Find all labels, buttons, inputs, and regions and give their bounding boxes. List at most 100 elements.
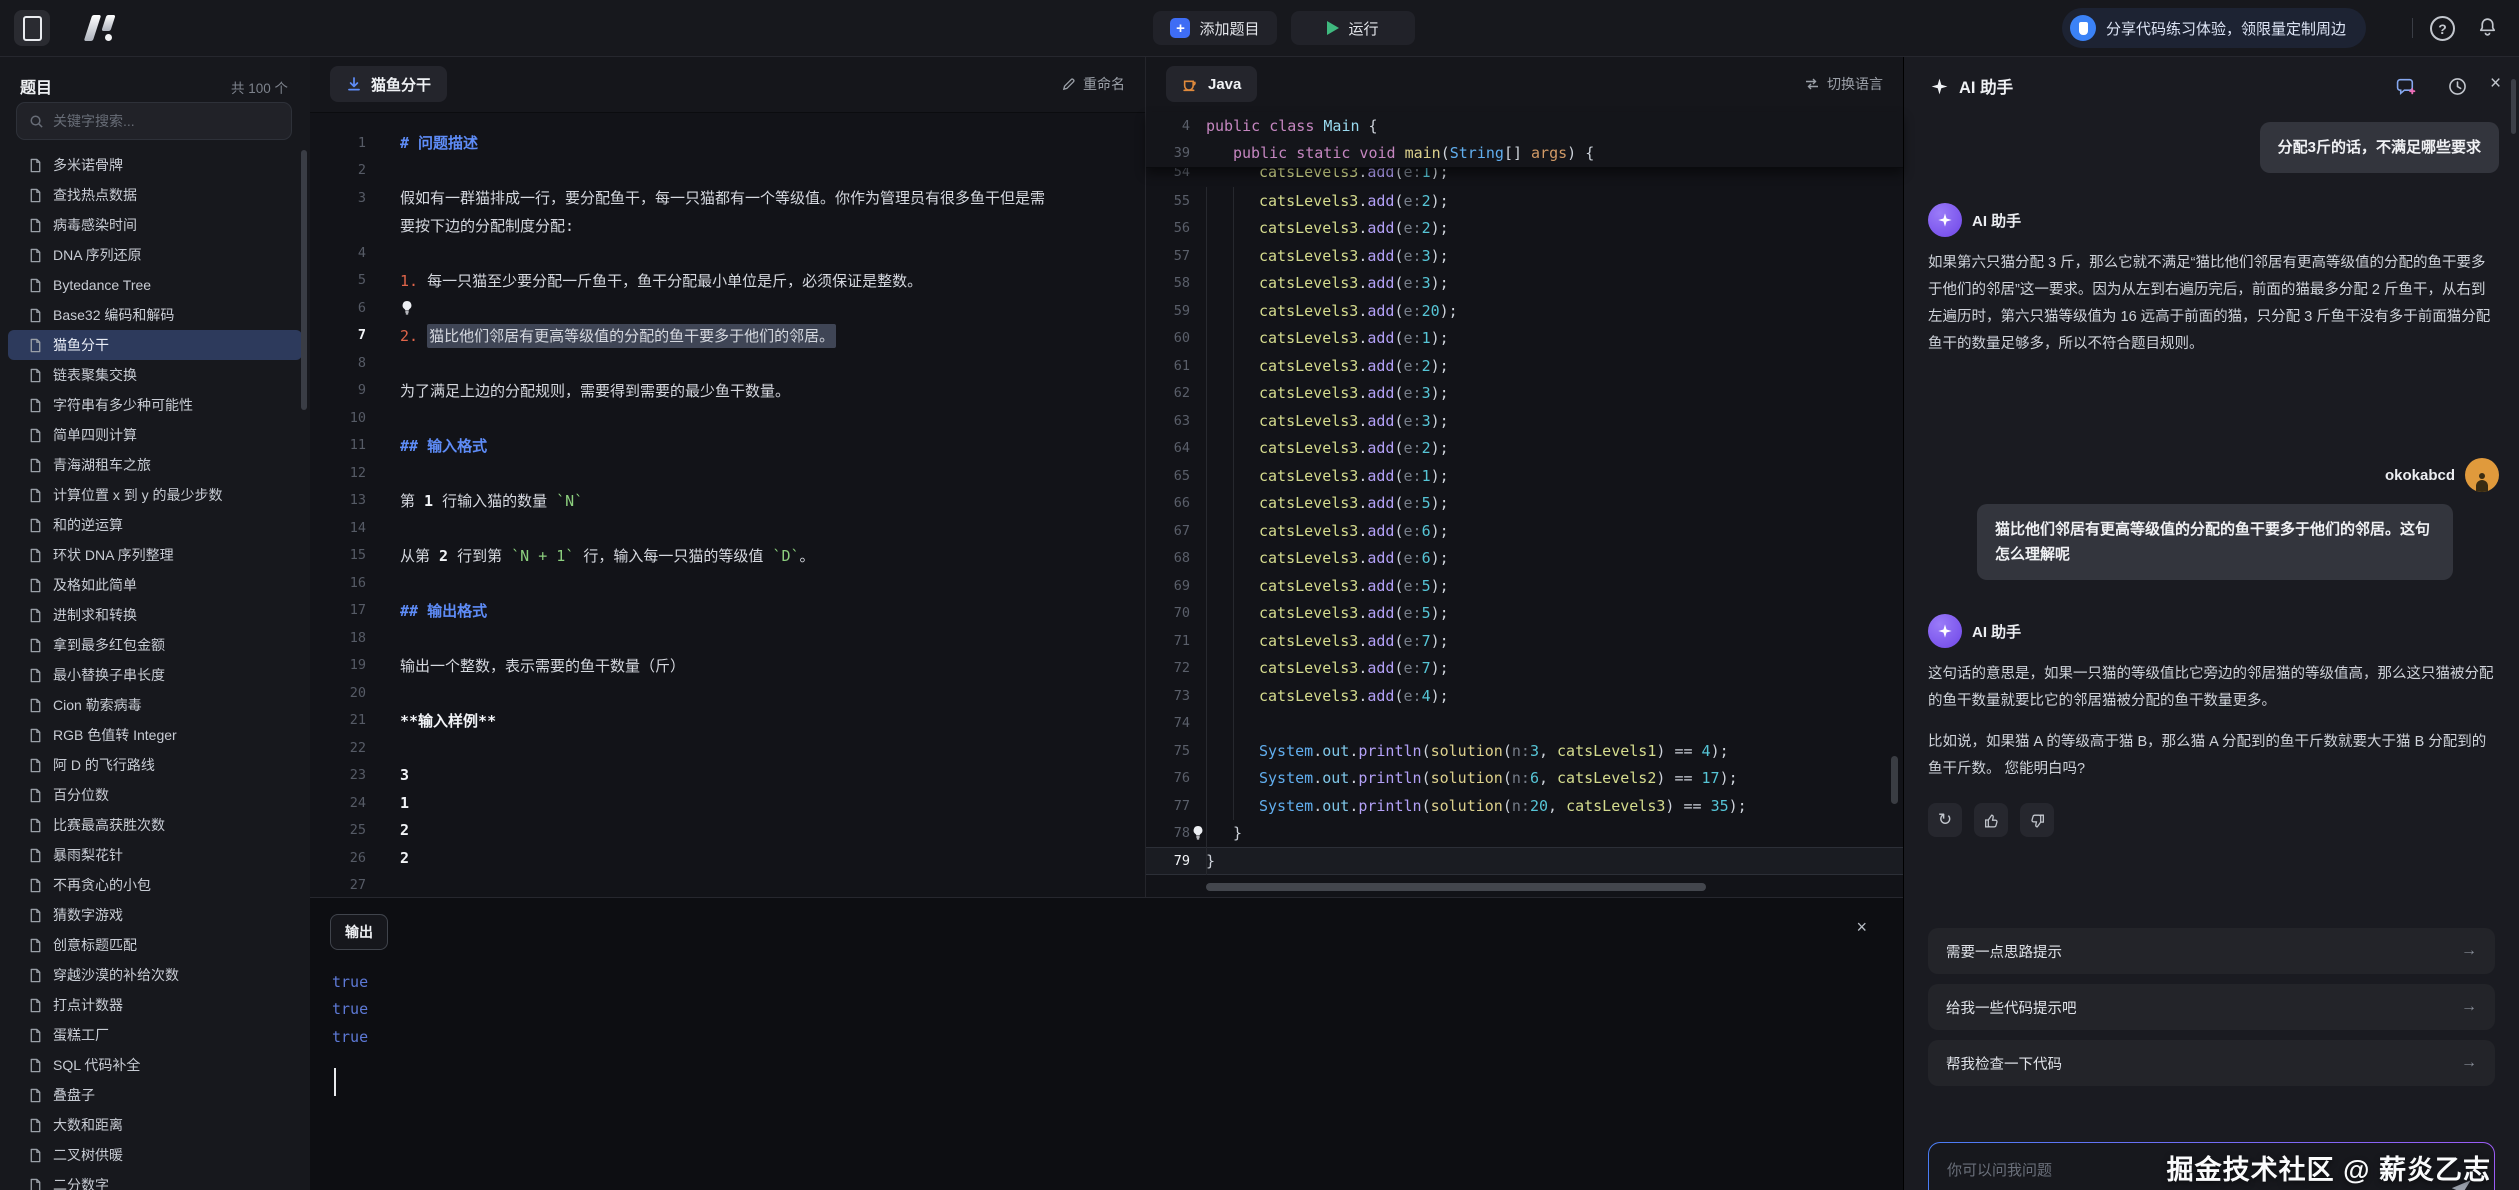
rename-button[interactable]: 重命名 bbox=[1061, 56, 1125, 112]
help-icon[interactable]: ? bbox=[2430, 16, 2455, 41]
problem-line-text: 输出一个整数，表示需要的鱼干数量（斤） bbox=[400, 655, 685, 676]
document-icon bbox=[28, 518, 43, 533]
line-number: 5 bbox=[310, 272, 366, 288]
sidebar-item[interactable]: 和的逆运算 bbox=[8, 510, 302, 540]
sidebar-item[interactable]: 拿到最多红包金额 bbox=[8, 630, 302, 660]
sidebar-item[interactable]: 比赛最高获胜次数 bbox=[8, 810, 302, 840]
close-icon[interactable]: × bbox=[2490, 74, 2501, 93]
problem-line: 241 bbox=[310, 789, 1145, 817]
line-number: 11 bbox=[310, 437, 366, 453]
code-vertical-scrollbar[interactable] bbox=[1891, 756, 1898, 804]
sidebar-item[interactable]: 计算位置 x 到 y 的最少步数 bbox=[8, 480, 302, 510]
sidebar-item[interactable]: 阿 D 的飞行路线 bbox=[8, 750, 302, 780]
problem-line: 27 bbox=[310, 872, 1145, 900]
sticky-scroll-lines[interactable]: 4public class Main {39public static void… bbox=[1146, 112, 1903, 168]
line-number: 61 bbox=[1146, 358, 1190, 374]
line-number: 7 bbox=[310, 327, 366, 343]
code-horizontal-scrollbar[interactable] bbox=[1206, 883, 1706, 891]
output-close-icon[interactable]: × bbox=[1856, 918, 1867, 936]
regenerate-button[interactable]: ↻ bbox=[1928, 803, 1962, 837]
problem-tab[interactable]: 猫鱼分干 bbox=[330, 66, 447, 102]
sidebar-item[interactable]: 蛋糕工厂 bbox=[8, 1020, 302, 1050]
new-chat-icon[interactable] bbox=[2396, 76, 2417, 97]
sidebar-item[interactable]: 叠盘子 bbox=[8, 1080, 302, 1110]
sidebar-item[interactable]: 不再贪心的小包 bbox=[8, 870, 302, 900]
console-cursor bbox=[334, 1068, 336, 1096]
switch-language-button[interactable]: 切换语言 bbox=[1804, 56, 1883, 112]
sidebar-toggle-button[interactable] bbox=[14, 10, 50, 46]
sidebar-item[interactable]: 查找热点数据 bbox=[8, 180, 302, 210]
run-button[interactable]: 运行 bbox=[1291, 11, 1415, 45]
sidebar-item-label: 不再贪心的小包 bbox=[53, 875, 151, 895]
promo-banner[interactable]: 分享代码练习体验，领限量定制周边 bbox=[2062, 8, 2366, 48]
sidebar-item[interactable]: Cion 勒索病毒 bbox=[8, 690, 302, 720]
sidebar-item[interactable]: 二叉树供暖 bbox=[8, 1140, 302, 1170]
sidebar-item[interactable]: 简单四则计算 bbox=[8, 420, 302, 450]
suggestion-chip[interactable]: 帮我检查一下代码→ bbox=[1928, 1040, 2495, 1086]
line-number: 20 bbox=[310, 685, 366, 701]
language-tab-java[interactable]: Java bbox=[1166, 66, 1257, 102]
sidebar-item[interactable]: 穿越沙漠的补给次数 bbox=[8, 960, 302, 990]
line-number: 23 bbox=[310, 767, 366, 783]
problem-editor[interactable]: 1# 问题描述23假如有一群猫排成一行，要分配鱼干，每一只猫都有一个等级值。你作… bbox=[310, 112, 1145, 899]
line-number: 26 bbox=[310, 850, 366, 866]
sidebar-item[interactable]: 猜数字游戏 bbox=[8, 900, 302, 930]
sidebar-item[interactable]: 进制求和转换 bbox=[8, 600, 302, 630]
add-problem-button[interactable]: + 添加题目 bbox=[1153, 11, 1277, 45]
problem-line-text: 第 1 行输入猫的数量 `N` bbox=[400, 490, 583, 511]
code-line-text: public class Main { bbox=[1206, 117, 1378, 135]
sidebar-item[interactable]: 多米诺骨牌 bbox=[8, 150, 302, 180]
document-icon bbox=[28, 848, 43, 863]
sidebar-item-label: Bytedance Tree bbox=[53, 277, 151, 293]
sidebar-item[interactable]: SQL 代码补全 bbox=[8, 1050, 302, 1080]
suggestion-chip[interactable]: 给我一些代码提示吧→ bbox=[1928, 984, 2495, 1030]
problem-line: 16 bbox=[310, 569, 1145, 597]
sidebar-item[interactable]: 二分数字 bbox=[8, 1170, 302, 1190]
ai-scrollbar[interactable] bbox=[2511, 79, 2516, 134]
topbar-actions: + 添加题目 运行 bbox=[1153, 11, 1415, 45]
sidebar-item[interactable]: 链表聚集交换 bbox=[8, 360, 302, 390]
badge-icon bbox=[2070, 15, 2096, 41]
problem-line-text: 要按下边的分配制度分配: bbox=[400, 215, 574, 236]
chat-user-header: okokabcd bbox=[1928, 458, 2499, 492]
code-line-text: catsLevels3.add(e:4); bbox=[1206, 687, 1449, 705]
sidebar-item[interactable]: 病毒感染时间 bbox=[8, 210, 302, 240]
sidebar-item[interactable]: 及格如此简单 bbox=[8, 570, 302, 600]
problem-line-text: 从第 2 行到第 `N + 1` 行，输入每一只猫的等级值 `D`。 bbox=[400, 545, 815, 566]
suggestion-chip[interactable]: 需要一点思路提示→ bbox=[1928, 928, 2495, 974]
history-icon[interactable] bbox=[2447, 76, 2468, 97]
document-icon bbox=[28, 1118, 43, 1133]
sidebar-item[interactable]: 百分位数 bbox=[8, 780, 302, 810]
document-icon bbox=[28, 638, 43, 653]
sidebar-item[interactable]: 字符串有多少种可能性 bbox=[8, 390, 302, 420]
sidebar-item[interactable]: 创意标题匹配 bbox=[8, 930, 302, 960]
problem-tab-title: 猫鱼分干 bbox=[371, 74, 431, 95]
sidebar-scrollbar[interactable] bbox=[301, 150, 307, 410]
sidebar-item[interactable]: 暴雨梨花针 bbox=[8, 840, 302, 870]
sidebar-item[interactable]: 打点计数器 bbox=[8, 990, 302, 1020]
sidebar-item[interactable]: Base32 编码和解码 bbox=[8, 300, 302, 330]
sidebar-item[interactable]: 最小替换子串长度 bbox=[8, 660, 302, 690]
sidebar-item[interactable]: 青海湖租车之旅 bbox=[8, 450, 302, 480]
user-message-bubble: 分配3斤的话，不满足哪些要求 bbox=[2260, 122, 2499, 173]
code-line-text: catsLevels3.add(e:5); bbox=[1206, 604, 1449, 622]
output-tab[interactable]: 输出 bbox=[330, 914, 388, 950]
line-number: 1 bbox=[310, 135, 366, 151]
code-line-text: catsLevels3.add(e:5); bbox=[1206, 494, 1449, 512]
search-input[interactable]: 关键字搜索... bbox=[16, 102, 292, 140]
sidebar-item-active[interactable]: 猫鱼分干 bbox=[8, 330, 302, 360]
sidebar-item[interactable]: 大数和距离 bbox=[8, 1110, 302, 1140]
code-editor[interactable]: 55catsLevels3.add(e:2);56catsLevels3.add… bbox=[1146, 187, 1903, 875]
sidebar-item[interactable]: Bytedance Tree bbox=[8, 270, 302, 300]
thumbs-down-button[interactable] bbox=[2020, 803, 2054, 837]
document-icon bbox=[28, 1178, 43, 1190]
sidebar-item[interactable]: 环状 DNA 序列整理 bbox=[8, 540, 302, 570]
line-number: 62 bbox=[1146, 385, 1190, 401]
search-icon bbox=[29, 114, 44, 129]
sidebar-item[interactable]: RGB 色值转 Integer bbox=[8, 720, 302, 750]
bell-icon[interactable] bbox=[2477, 16, 2498, 37]
sidebar-item[interactable]: DNA 序列还原 bbox=[8, 240, 302, 270]
java-cup-icon bbox=[1182, 76, 1199, 93]
sidebar-item-label: 二分数字 bbox=[53, 1175, 109, 1190]
thumbs-up-button[interactable] bbox=[1974, 803, 2008, 837]
